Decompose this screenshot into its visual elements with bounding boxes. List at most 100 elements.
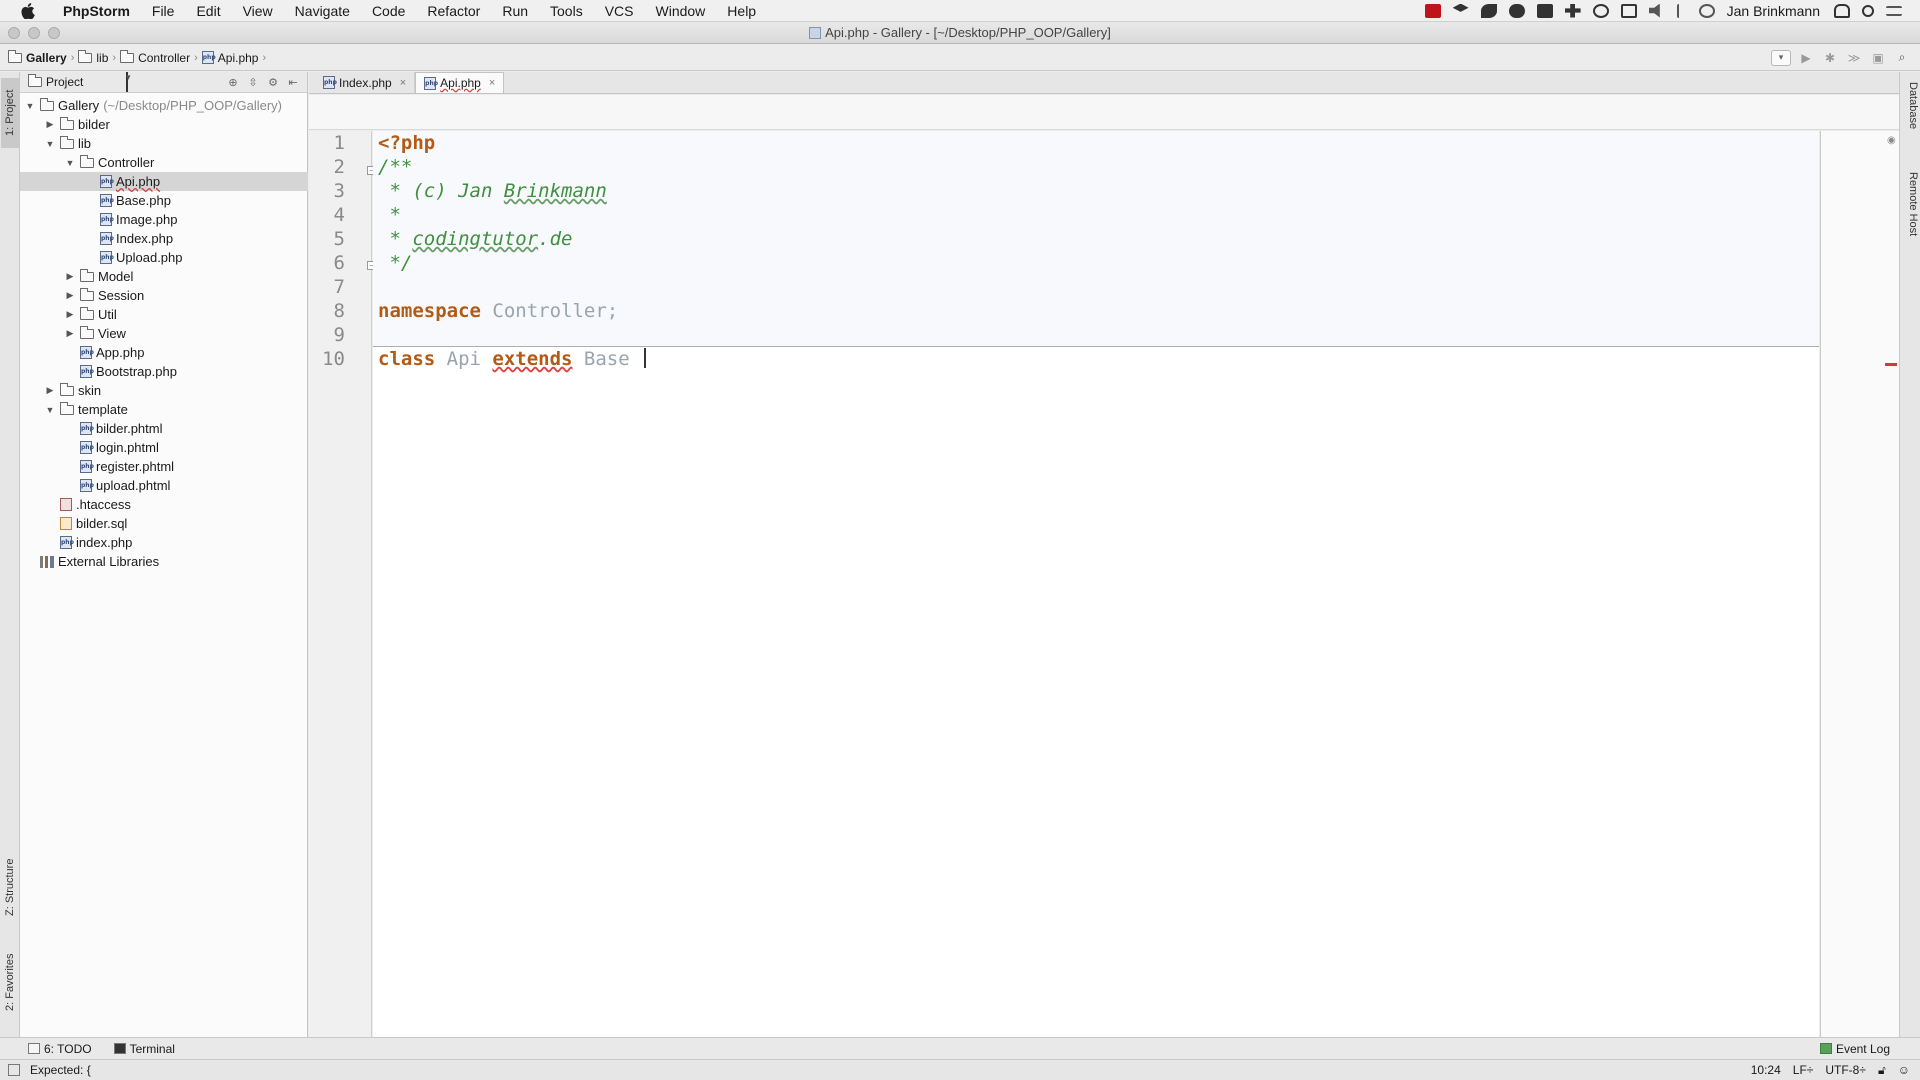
menu-edit[interactable]: Edit — [185, 0, 231, 22]
terminal-tool-button[interactable]: Terminal — [113, 1042, 175, 1056]
chevron-right-icon[interactable]: ▶ — [64, 271, 76, 282]
evernote-icon[interactable] — [1536, 3, 1553, 18]
chevron-down-icon[interactable]: ▼ — [44, 139, 56, 149]
tree-item-register-phtml[interactable]: php register.phtml — [20, 457, 308, 476]
time-machine-icon[interactable] — [1698, 3, 1715, 18]
tab-index-php[interactable]: php Index.php × — [315, 72, 416, 93]
menu-file[interactable]: File — [141, 0, 186, 22]
tree-item-bilder[interactable]: ▶ bilder — [20, 115, 308, 134]
todo-tool-button[interactable]: 6: TODO — [28, 1042, 92, 1056]
bookmark-icon[interactable] — [1620, 3, 1637, 18]
tree-item-label: index.php — [76, 535, 133, 550]
hide-panel-icon[interactable]: ⇤ — [285, 76, 301, 89]
chevron-right-icon[interactable]: ▶ — [64, 328, 76, 339]
apple-icon[interactable] — [20, 2, 36, 19]
chevron-down-icon[interactable]: ▼ — [64, 158, 76, 168]
menu-vcs[interactable]: VCS — [594, 0, 645, 22]
breadcrumb-lib[interactable]: lib › — [78, 49, 116, 65]
gear-icon[interactable]: ⚙ — [265, 76, 281, 89]
toggle-tool-windows-icon[interactable] — [8, 1064, 20, 1076]
breadcrumb-gallery[interactable]: Gallery › — [8, 49, 74, 65]
menu-help[interactable]: Help — [716, 0, 767, 22]
spotlight-icon[interactable] — [1862, 4, 1874, 17]
onepassword-icon[interactable] — [1592, 3, 1609, 18]
error-marker[interactable] — [1885, 363, 1897, 366]
chevron-right-icon[interactable]: ▶ — [64, 309, 76, 320]
stop-icon[interactable]: ▣ — [1869, 50, 1887, 66]
menu-tools[interactable]: Tools — [539, 0, 594, 22]
tree-item-upload-php[interactable]: php Upload.php — [20, 248, 308, 267]
tree-item-skin[interactable]: ▶ skin — [20, 381, 308, 400]
run-config-dropdown[interactable]: ▾ — [1771, 49, 1791, 66]
code-editor[interactable]: <?php /** * (c) Jan Brinkmann * * coding… — [373, 131, 1819, 1037]
tree-item-htaccess[interactable]: .htaccess — [20, 495, 308, 514]
tree-item-index-php[interactable]: php Index.php — [20, 229, 308, 248]
tab-structure-tool[interactable]: Z: Structure — [1, 842, 19, 932]
caret-position[interactable]: 10:24 — [1751, 1063, 1781, 1077]
menu-navigate[interactable]: Navigate — [284, 0, 361, 22]
menu-refactor[interactable]: Refactor — [416, 0, 491, 22]
tree-item-index-php[interactable]: php index.php — [20, 533, 308, 552]
tree-item-base-php[interactable]: php Base.php — [20, 191, 308, 210]
menu-view[interactable]: View — [232, 0, 284, 22]
tree-item-upload-phtml[interactable]: php upload.phtml — [20, 476, 308, 495]
chevron-right-icon[interactable]: ▶ — [44, 119, 56, 130]
close-tab-icon[interactable]: × — [489, 77, 495, 89]
tree-item-login-phtml[interactable]: php login.phtml — [20, 438, 308, 457]
project-view-selector[interactable]: Project ▾ — [28, 72, 131, 92]
tab-project-tool[interactable]: 1: Project — [1, 78, 19, 148]
tree-item-lib[interactable]: ▼ lib — [20, 134, 308, 153]
tree-item-util[interactable]: ▶ Util — [20, 305, 308, 324]
chevron-down-icon[interactable]: ▼ — [44, 405, 56, 415]
tree-item-view[interactable]: ▶ View — [20, 324, 308, 343]
tab-favorites-tool[interactable]: 2: Favorites — [1, 942, 19, 1022]
breadcrumb-api-php[interactable]: php Api.php › — [201, 51, 266, 65]
chevron-down-icon[interactable]: ▼ — [24, 101, 36, 111]
notification-center-icon[interactable] — [1886, 5, 1902, 16]
volume-icon[interactable] — [1648, 3, 1660, 18]
run-icon[interactable]: ▶ — [1797, 50, 1815, 66]
menu-run[interactable]: Run — [491, 0, 539, 22]
record-icon[interactable] — [1424, 3, 1441, 18]
cloud-icon[interactable] — [1508, 3, 1525, 18]
app-menu[interactable]: PhpStorm — [52, 0, 141, 22]
user-name[interactable]: Jan Brinkmann — [1727, 3, 1820, 19]
fan-icon[interactable] — [1834, 3, 1850, 18]
line-separator[interactable]: LF÷ — [1793, 1063, 1814, 1077]
tab-api-php[interactable]: php Api.php × — [415, 72, 505, 93]
plus-icon[interactable] — [1564, 3, 1581, 18]
tab-remote-host-tool[interactable]: Remote Host — [1902, 172, 1919, 236]
dropbox-icon[interactable] — [1452, 3, 1469, 12]
chevron-right-icon[interactable]: ▶ — [44, 385, 56, 396]
close-tab-icon[interactable]: × — [400, 77, 406, 89]
bluetooth-icon[interactable] — [1676, 3, 1687, 18]
debug-icon[interactable]: ✱ — [1821, 50, 1839, 66]
tree-item-controller[interactable]: ▼ Controller — [20, 153, 308, 172]
tree-item-bootstrap-php[interactable]: php Bootstrap.php — [20, 362, 308, 381]
scroll-from-source-icon[interactable]: ⊕ — [225, 76, 241, 89]
event-log-button[interactable]: Event Log — [1819, 1042, 1920, 1056]
leaf-icon[interactable] — [1480, 3, 1497, 18]
tree-item-bilder-sql[interactable]: bilder.sql — [20, 514, 308, 533]
chevron-right-icon[interactable]: ▶ — [64, 290, 76, 301]
tree-item-model[interactable]: ▶ Model — [20, 267, 308, 286]
tree-item-image-php[interactable]: php Image.php — [20, 210, 308, 229]
menu-code[interactable]: Code — [361, 0, 416, 22]
coverage-icon[interactable]: ≫ — [1845, 50, 1863, 66]
breadcrumb-controller[interactable]: Controller › — [120, 49, 198, 65]
lock-icon[interactable]: 🔓︎ — [1878, 1063, 1886, 1078]
tree-item-template[interactable]: ▼ template — [20, 400, 308, 419]
tab-database-tool[interactable]: Database — [1902, 82, 1919, 129]
file-encoding[interactable]: UTF-8÷ — [1825, 1063, 1866, 1077]
search-icon[interactable]: ⌕ — [1893, 50, 1911, 66]
tree-item-gallery[interactable]: ▼ Gallery (~/Desktop/PHP_OOP/Gallery) — [20, 96, 308, 115]
tree-item-bilder-phtml[interactable]: php bilder.phtml — [20, 419, 308, 438]
tree-item-api-php[interactable]: php Api.php — [20, 172, 308, 191]
menu-window[interactable]: Window — [645, 0, 717, 22]
inspector-icon[interactable]: ☺︎ — [1898, 1063, 1910, 1077]
collapse-all-icon[interactable]: ⇳ — [245, 76, 261, 89]
eye-icon[interactable]: ◉ — [1887, 135, 1896, 146]
tree-item-app-php[interactable]: php App.php — [20, 343, 308, 362]
tree-item-session[interactable]: ▶ Session — [20, 286, 308, 305]
tree-item-external-libraries[interactable]: External Libraries — [20, 552, 308, 571]
